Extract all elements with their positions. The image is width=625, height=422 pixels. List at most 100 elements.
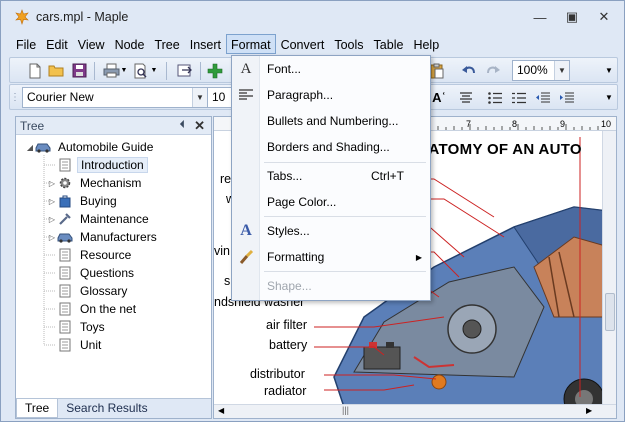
tree-node-label: Manufacturers <box>80 230 157 244</box>
menu-item-page-color[interactable]: Page Color... <box>232 191 430 213</box>
scroll-grip-icon: ||| <box>342 405 350 415</box>
callout-label: radiator <box>264 384 307 398</box>
tree-node-toys[interactable]: Toys <box>47 318 108 336</box>
scroll-left-icon[interactable]: ◀ <box>218 406 224 415</box>
page-icon <box>57 158 73 172</box>
expand-icon[interactable]: ▷ <box>47 179 57 188</box>
tree-node-manufacturers[interactable]: ▷ Manufacturers <box>47 228 160 246</box>
export-icon[interactable] <box>176 62 194 79</box>
tree-node-label: Questions <box>80 266 135 280</box>
wrench-icon <box>57 212 73 226</box>
grip-icon: ⋮ <box>10 92 20 103</box>
font-name-select[interactable]: Courier New ▼ <box>22 87 208 108</box>
window-title: cars.mpl - Maple <box>36 10 129 24</box>
tree-node-label: Maintenance <box>80 212 149 226</box>
menu-item-label: Bullets and Numbering... <box>267 114 399 128</box>
menu-item-label: Styles... <box>267 224 310 238</box>
tree-node-root[interactable]: ◢ Automobile Guide <box>25 138 156 156</box>
paragraph-icon <box>237 86 255 104</box>
save-icon[interactable] <box>70 62 88 79</box>
formatting-brush-icon <box>237 248 255 266</box>
tab-tree[interactable]: Tree <box>16 399 59 418</box>
undo-icon[interactable] <box>460 62 478 79</box>
menu-item-font[interactable]: A Font... <box>232 58 430 80</box>
menu-format[interactable]: Format <box>225 34 276 54</box>
new-document-icon[interactable] <box>26 62 44 79</box>
menu-file[interactable]: File <box>11 34 41 54</box>
expand-icon[interactable]: ▷ <box>47 197 57 206</box>
expand-icon[interactable]: ▷ <box>47 215 57 224</box>
tree-pane: Tree ⏴ ✕ ◢ Automobile Guide Introduction… <box>15 116 212 419</box>
tree-node-label: On the net <box>80 302 137 316</box>
align-icon[interactable] <box>457 89 475 106</box>
close-button[interactable]: ✕ <box>590 7 618 27</box>
tree-node-on-the-net[interactable]: On the net <box>47 300 139 318</box>
callout-label: re <box>220 172 232 186</box>
open-folder-icon[interactable] <box>48 62 66 79</box>
menu-item-tabs[interactable]: Tabs... Ctrl+T <box>232 165 430 187</box>
vertical-scrollbar[interactable] <box>602 131 616 405</box>
print-dropdown-icon[interactable]: ▼ <box>120 62 128 79</box>
expand-icon[interactable]: ▷ <box>47 233 57 242</box>
font-color-icon[interactable]: Aʿ <box>430 89 448 106</box>
tree-node-mechanism[interactable]: ▷ Mechanism <box>47 174 144 192</box>
callout-label: s <box>224 274 231 288</box>
preview-dropdown-icon[interactable]: ▼ <box>150 62 158 79</box>
pin-icon[interactable]: ⏴ <box>180 119 186 132</box>
tree-node-label: Resource <box>80 248 132 262</box>
minimize-button[interactable]: — <box>526 7 554 27</box>
menu-item-borders[interactable]: Borders and Shading... <box>232 136 430 158</box>
menu-item-paragraph[interactable]: Paragraph... <box>232 84 430 106</box>
toolbar-overflow-icon[interactable]: ▼ <box>600 89 618 106</box>
menu-table[interactable]: Table <box>369 34 409 54</box>
menu-item-styles[interactable]: A Styles... <box>232 220 430 242</box>
submenu-arrow-icon: ▶ <box>415 252 422 262</box>
page-icon <box>57 284 73 298</box>
menu-node[interactable]: Node <box>110 34 150 54</box>
toolbar-overflow-icon[interactable]: ▼ <box>600 62 618 79</box>
restore-icon: ▣ <box>565 9 579 24</box>
outdent-icon[interactable] <box>534 89 552 106</box>
tree-node-introduction[interactable]: Introduction <box>47 156 148 174</box>
collapse-icon[interactable]: ◢ <box>25 143 35 152</box>
menu-convert[interactable]: Convert <box>276 34 330 54</box>
horizontal-scrollbar[interactable]: ◀ ||| ▶ <box>214 404 616 418</box>
menu-bar: File Edit View Node Tree Insert Format C… <box>11 33 444 55</box>
indent-icon[interactable] <box>558 89 576 106</box>
zoom-select[interactable]: 100% ▼ <box>512 60 570 81</box>
scroll-right-icon[interactable]: ▶ <box>586 406 592 415</box>
restore-button[interactable]: ▣ <box>558 7 586 27</box>
page-icon <box>57 320 73 334</box>
numbering-icon[interactable] <box>510 89 528 106</box>
menu-help[interactable]: Help <box>408 34 444 54</box>
tab-search-results[interactable]: Search Results <box>58 399 155 418</box>
tree-node-resource[interactable]: Resource <box>47 246 134 264</box>
font-size-select[interactable]: 10 <box>207 87 233 108</box>
menu-item-label: Borders and Shading... <box>267 140 390 154</box>
menu-tree[interactable]: Tree <box>149 34 184 54</box>
menu-view[interactable]: View <box>73 34 110 54</box>
menu-item-label: Font... <box>267 62 302 76</box>
redo-icon[interactable] <box>484 62 502 79</box>
menu-edit[interactable]: Edit <box>41 34 73 54</box>
close-icon: ✕ <box>598 9 610 24</box>
print-icon[interactable] <box>102 62 120 79</box>
font-size-value: 10 <box>212 90 226 104</box>
menu-item-label: Formatting <box>267 250 325 264</box>
bullets-icon[interactable] <box>486 89 504 106</box>
title-bar: cars.mpl - Maple — ▣ ✕ <box>1 1 624 33</box>
tree-node-glossary[interactable]: Glossary <box>47 282 130 300</box>
tree-node-buying[interactable]: ▷ Buying <box>47 192 120 210</box>
menu-insert[interactable]: Insert <box>185 34 226 54</box>
tree-node-unit[interactable]: Unit <box>47 336 104 354</box>
menu-tools[interactable]: Tools <box>329 34 368 54</box>
chevron-down-icon: ▼ <box>554 61 569 80</box>
tree-node-maintenance[interactable]: ▷ Maintenance <box>47 210 152 228</box>
add-node-icon[interactable] <box>206 62 224 79</box>
menu-item-bullets[interactable]: Bullets and Numbering... <box>232 110 430 132</box>
tree-node-questions[interactable]: Questions <box>47 264 137 282</box>
close-pane-icon[interactable]: ✕ <box>194 118 205 134</box>
print-preview-icon[interactable] <box>132 62 150 79</box>
menu-item-formatting[interactable]: Formatting ▶ <box>232 246 430 268</box>
scroll-thumb[interactable] <box>605 293 615 331</box>
